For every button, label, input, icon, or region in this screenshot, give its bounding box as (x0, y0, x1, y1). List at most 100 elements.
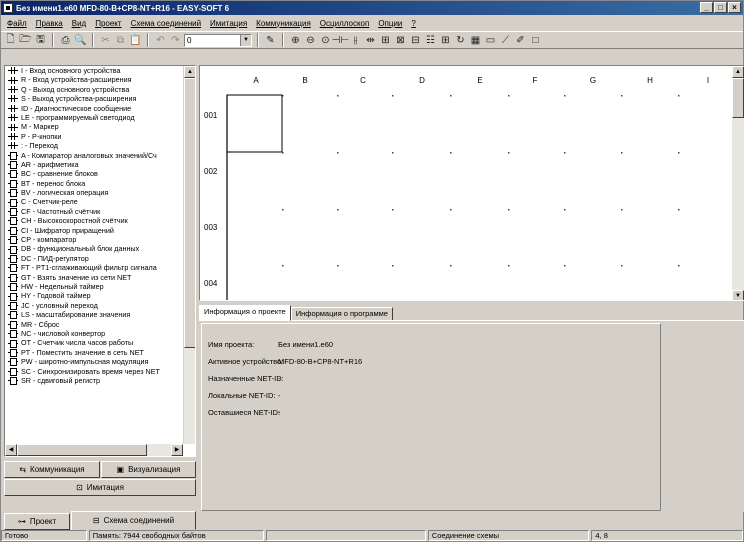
menu-oscilloscope[interactable]: Осциллоскоп (320, 19, 370, 28)
operand-item[interactable]: DC - ПИД-регулятор (5, 254, 183, 263)
operand-item[interactable]: BC - сравнение блоков (5, 169, 183, 179)
matrix-icon[interactable]: ▦ (469, 34, 482, 47)
function-block-icon[interactable]: ⊞ (379, 34, 392, 47)
new-file-icon[interactable]: 🗋 (4, 34, 17, 47)
connect-tool-icon[interactable]: ⇹ (364, 34, 377, 47)
operand-item[interactable]: JC - условный переход (5, 301, 183, 310)
scroll-thumb[interactable] (732, 78, 744, 118)
operand-item[interactable]: LE - программируемый светодиод (5, 113, 183, 122)
menu-options[interactable]: Опции (378, 19, 402, 28)
operand-item[interactable]: A - Компаратор аналоговых значений/Сч (5, 151, 183, 160)
cut-icon[interactable]: ✂ (99, 34, 112, 47)
draw-line-icon[interactable]: ⟋ (499, 34, 512, 47)
tab-project-info[interactable]: Информация о проекте (199, 305, 291, 321)
operand-item[interactable]: HW - Недельный таймер (5, 282, 183, 292)
redo-icon[interactable]: ↷ (169, 34, 182, 47)
operand-item[interactable]: PW - широтно-импульсная модуляция (5, 357, 183, 367)
menu-help[interactable]: ? (411, 19, 415, 28)
operand-item[interactable]: CH - Высокоскоростной счётчик (5, 216, 183, 226)
menu-view[interactable]: Вид (72, 19, 86, 28)
operand-item[interactable]: BV - логическая операция (5, 188, 183, 198)
save-icon[interactable]: 🖫 (34, 34, 47, 47)
operand-item[interactable]: R - Вход устройства-расширения (5, 75, 183, 84)
hook-icon[interactable]: ↻ (454, 34, 467, 47)
operand-item[interactable]: AR - арифметика (5, 160, 183, 170)
operand-item[interactable]: ID - Диагностическое сообщение (5, 104, 183, 113)
operand-item[interactable]: CI - Шифратор приращений (5, 226, 183, 235)
visualization-button[interactable]: ▣ Визуализация (101, 461, 196, 478)
maximize-button[interactable]: □ (714, 2, 727, 13)
diagram-vertical-scrollbar[interactable]: ▲ ▼ (732, 66, 744, 300)
scroll-up-button[interactable]: ▲ (732, 66, 744, 78)
cell-cursor[interactable] (226, 94, 283, 153)
pencil-icon[interactable]: ✐ (514, 34, 527, 47)
operand-item[interactable]: M - Маркер (5, 122, 183, 131)
chevron-down-icon[interactable]: ▼ (240, 34, 251, 46)
operand-item[interactable]: S - Выход устройства-расширения (5, 94, 183, 103)
list-icon[interactable]: ☷ (424, 34, 437, 47)
close-button[interactable]: × (728, 2, 741, 13)
operand-item[interactable]: PT - Поместить значение в сеть NET (5, 348, 183, 357)
operand-item[interactable]: I - Вход основного устройства (5, 66, 183, 75)
toolbar-separator (52, 33, 54, 47)
print-icon[interactable]: ⎙ (59, 34, 72, 47)
operand-item[interactable]: SR - сдвиговый регистр (5, 376, 183, 386)
operand-item[interactable]: P - P-кнопки (5, 132, 183, 141)
tab-program-info[interactable]: Информация о программе (290, 307, 393, 321)
operand-item[interactable]: SC - Синхронизировать время через NET (5, 367, 183, 376)
zoom-fit-icon[interactable]: ⊙ (319, 34, 332, 47)
zoom-in-icon[interactable]: ⊕ (289, 34, 302, 47)
scroll-left-button[interactable]: ◀ (5, 444, 17, 456)
menu-project[interactable]: Проект (95, 19, 121, 28)
contact-tool-icon[interactable]: ⊣⊢ (332, 34, 349, 47)
circuit-diagram-button[interactable]: ⊟ Схема соединений (71, 511, 196, 530)
operand-label: PT - Поместить значение в сеть NET (21, 347, 144, 357)
simulation-button[interactable]: ⊡ Имитация (4, 479, 196, 496)
undo-icon[interactable]: ↶ (154, 34, 167, 47)
print-preview-icon[interactable]: 🔍 (74, 34, 87, 47)
operand-item[interactable]: : - Переход (5, 141, 183, 150)
scroll-right-button[interactable]: ▶ (171, 444, 183, 456)
paste-icon[interactable]: 📋 (129, 34, 142, 47)
operand-item[interactable]: BT - перенос блока (5, 179, 183, 188)
communication-button[interactable]: ⇆ Коммуникация (4, 461, 100, 478)
grid-icon[interactable]: ⊠ (394, 34, 407, 47)
menu-simulation[interactable]: Имитация (210, 19, 247, 28)
operand-item[interactable]: FT - PT1-сглаживающий фильтр сигнала (5, 263, 183, 273)
copy-icon[interactable]: ⧉ (114, 34, 127, 47)
operand-item[interactable]: C - Счетчик-реле (5, 197, 183, 207)
menu-communication[interactable]: Коммуникация (256, 19, 311, 28)
operand-item[interactable]: DB - функциональный блок данных (5, 244, 183, 254)
scroll-thumb[interactable] (17, 444, 147, 456)
box-icon[interactable]: ▭ (484, 34, 497, 47)
scroll-down-button[interactable]: ▼ (732, 290, 744, 300)
circuit-diagram[interactable]: A B C D E F G H I 001 002 003 004 ▲ ▼ (199, 65, 744, 301)
rectangle-icon[interactable]: □ (529, 34, 542, 47)
operand-item[interactable]: LS - масштабирование значения (5, 310, 183, 320)
operand-horizontal-scrollbar[interactable]: ◀ ▶ (5, 444, 183, 456)
open-folder-icon[interactable]: 🗁 (19, 34, 32, 47)
operand-item[interactable]: NC - числовой конвертор (5, 329, 183, 339)
menu-edit[interactable]: Правка (36, 19, 63, 28)
operand-item[interactable]: OT - Счетчик числа часов работы (5, 338, 183, 348)
scroll-up-button[interactable]: ▲ (184, 66, 195, 78)
operand-vertical-scrollbar[interactable]: ▲ (183, 66, 195, 444)
operand-item[interactable]: Q - Выход основного устройства (5, 85, 183, 94)
menu-circuit[interactable]: Схема соединений (131, 19, 201, 28)
table-icon[interactable]: ⊟ (409, 34, 422, 47)
operand-item[interactable]: HY - Годовой таймер (5, 291, 183, 301)
minimize-button[interactable]: _ (700, 2, 713, 13)
info-value: - (278, 408, 281, 417)
operand-item[interactable]: GT - Взять значение из сети NET (5, 273, 183, 282)
operand-item[interactable]: CF - Частотный счётчик (5, 207, 183, 217)
circuit-combo[interactable]: 0 ▼ (184, 33, 252, 47)
zoom-out-icon[interactable]: ⊖ (304, 34, 317, 47)
operand-item[interactable]: MR - Сброс (5, 320, 183, 329)
project-button[interactable]: ⊶ Проект (4, 513, 70, 530)
coil-tool-icon[interactable]: ⫲ (349, 34, 362, 47)
menu-file[interactable]: Файл (7, 19, 27, 28)
scroll-thumb[interactable] (184, 78, 195, 348)
module-icon[interactable]: ⊞ (439, 34, 452, 47)
pen-icon[interactable]: ✎ (264, 34, 277, 47)
operand-item[interactable]: CP - компаратор (5, 235, 183, 245)
